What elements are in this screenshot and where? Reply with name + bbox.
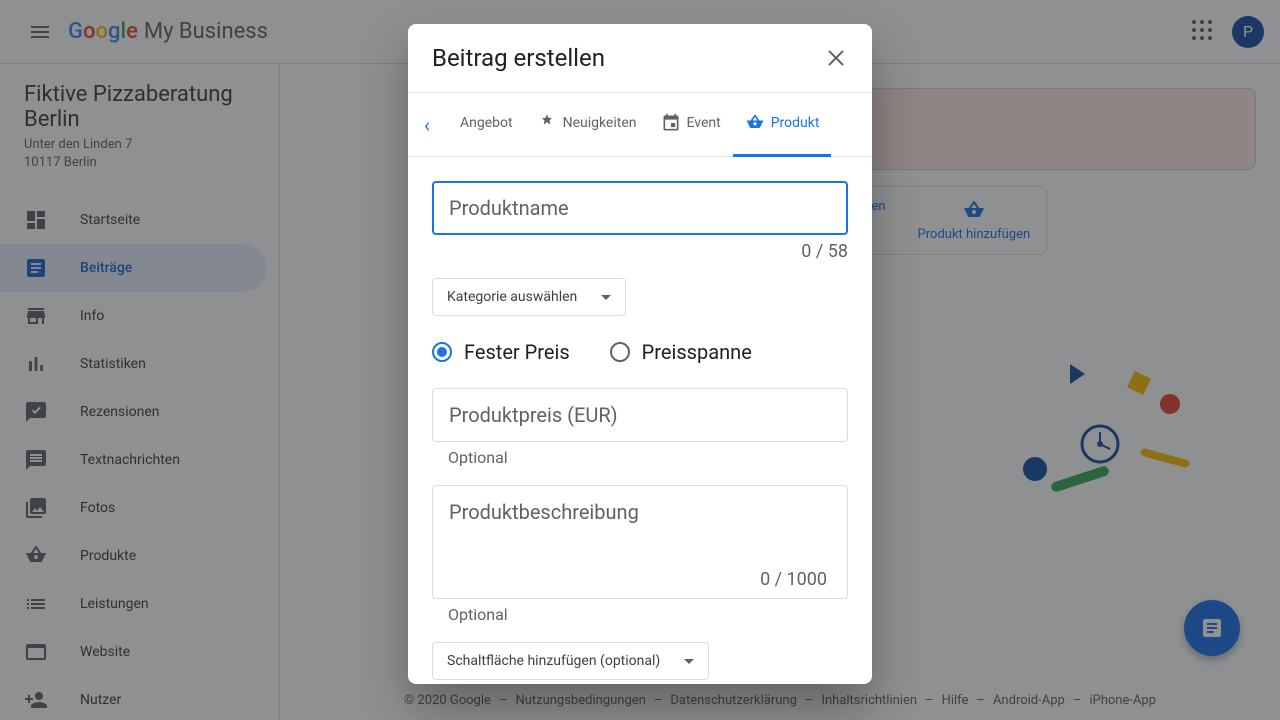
product-description-input[interactable] bbox=[449, 500, 831, 580]
desc-char-counter: 0 / 1000 bbox=[760, 569, 827, 590]
button-select[interactable]: Schaltfläche hinzufügen (optional) bbox=[432, 642, 709, 680]
modal-overlay: Beitrag erstellen ‹ Angebot Neuigkeiten … bbox=[0, 0, 1280, 720]
product-name-input[interactable] bbox=[449, 196, 831, 220]
basket-icon bbox=[745, 113, 765, 133]
dialog-header: Beitrag erstellen bbox=[408, 24, 872, 93]
tab-neuigkeiten[interactable]: Neuigkeiten bbox=[525, 93, 649, 157]
event-icon bbox=[661, 113, 681, 133]
dialog-tabs: ‹ Angebot Neuigkeiten Event Produkt bbox=[408, 93, 872, 157]
tab-angebot[interactable]: Angebot bbox=[448, 93, 525, 157]
chevron-down-icon bbox=[601, 295, 611, 300]
close-button[interactable] bbox=[824, 46, 848, 70]
product-name-field[interactable] bbox=[432, 181, 848, 235]
chevron-down-icon bbox=[684, 659, 694, 664]
name-char-counter: 0 / 58 bbox=[432, 241, 848, 262]
product-description-field[interactable]: 0 / 1000 bbox=[432, 485, 848, 599]
radio-fixed-price[interactable]: Fester Preis bbox=[432, 340, 570, 364]
optional-label: Optional bbox=[448, 605, 848, 624]
radio-icon bbox=[432, 342, 452, 362]
price-type-radio-group: Fester Preis Preisspanne bbox=[432, 340, 848, 364]
optional-label: Optional bbox=[448, 448, 848, 467]
category-select[interactable]: Kategorie auswählen bbox=[432, 278, 626, 316]
radio-icon bbox=[610, 342, 630, 362]
dialog-title: Beitrag erstellen bbox=[432, 44, 605, 72]
tab-scroll-left[interactable]: ‹ bbox=[424, 113, 448, 137]
tab-event[interactable]: Event bbox=[649, 93, 733, 157]
radio-price-range[interactable]: Preisspanne bbox=[610, 340, 752, 364]
product-price-input[interactable] bbox=[449, 403, 831, 427]
create-post-dialog: Beitrag erstellen ‹ Angebot Neuigkeiten … bbox=[408, 24, 872, 684]
tab-produkt[interactable]: Produkt bbox=[733, 93, 832, 157]
product-price-field[interactable] bbox=[432, 388, 848, 442]
dialog-body: 0 / 58 Kategorie auswählen Fester Preis … bbox=[408, 157, 872, 684]
news-icon bbox=[537, 113, 557, 133]
